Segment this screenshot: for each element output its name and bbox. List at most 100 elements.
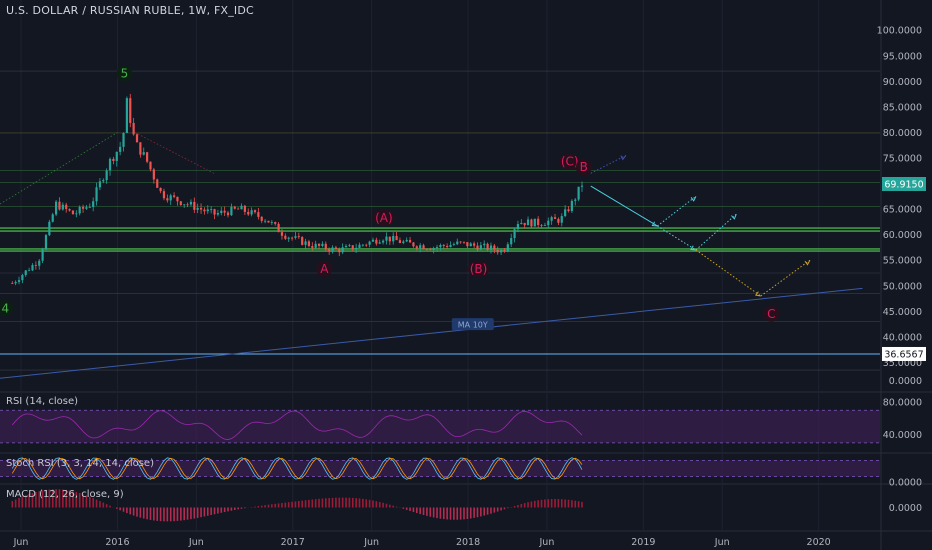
candle-body xyxy=(307,241,311,247)
candle-body xyxy=(142,152,145,155)
candle-body xyxy=(408,239,412,243)
candle-body xyxy=(334,247,337,250)
wave-label: (A) xyxy=(375,211,393,225)
projection-arrow xyxy=(657,195,697,227)
candle-body xyxy=(381,240,385,243)
candle-body xyxy=(88,207,91,208)
chart-title: U.S. DOLLAR / RUSSIAN RUBLE, 1W, FX_IDC xyxy=(6,4,254,17)
candle-body xyxy=(513,229,516,239)
price-tick-label: 45.0000 xyxy=(883,307,922,318)
time-tick-label: 2018 xyxy=(456,537,480,548)
time-tick-label: 2019 xyxy=(631,537,655,548)
candle-body xyxy=(304,241,307,245)
candle-body xyxy=(270,222,273,223)
candle-body xyxy=(102,180,105,182)
candle-body xyxy=(432,247,435,250)
candle-body xyxy=(257,212,260,217)
candle-body xyxy=(179,201,182,205)
candle-body xyxy=(351,245,354,250)
candle-body xyxy=(206,209,209,212)
candle-body xyxy=(277,223,280,233)
oscillator-band xyxy=(0,410,880,443)
candle-body xyxy=(95,187,98,202)
candle-body xyxy=(547,220,550,226)
candle-body xyxy=(14,281,17,284)
candle-body xyxy=(284,235,287,239)
stoch-rsi-pane-label: Stoch RSI (3, 3, 14, 14, close) xyxy=(6,458,154,469)
candle-body xyxy=(456,241,459,245)
projection-arrow xyxy=(695,213,737,251)
candle-body xyxy=(338,249,341,253)
candle-body xyxy=(402,241,405,243)
candle-body xyxy=(368,241,371,245)
candle-body xyxy=(38,260,41,266)
ma-label: MA 10Y xyxy=(458,321,488,330)
candle-body xyxy=(152,169,155,180)
candle-body xyxy=(220,210,223,213)
candle-body xyxy=(68,209,71,211)
last-price-label: 69.9150 xyxy=(884,179,923,190)
price-tick-label: 95.0000 xyxy=(883,51,922,62)
candle-body xyxy=(560,216,563,223)
price-tick-label: 90.0000 xyxy=(883,77,922,88)
candle-body xyxy=(125,98,128,133)
candle-body xyxy=(28,270,31,272)
candle-body xyxy=(523,222,526,226)
candle-body xyxy=(267,220,270,223)
candle-body xyxy=(85,207,88,209)
candle-body xyxy=(115,151,118,162)
candle-body xyxy=(449,245,452,248)
candle-body xyxy=(476,245,479,250)
candle-body xyxy=(260,216,263,221)
candle-body xyxy=(48,221,51,236)
candle-body xyxy=(537,218,540,226)
candle-body xyxy=(479,245,482,250)
candle-body xyxy=(435,247,439,248)
candle-body xyxy=(483,243,486,246)
candle-body xyxy=(564,209,567,217)
candle-body xyxy=(210,209,213,210)
candle-body xyxy=(21,274,24,281)
wave-label: A xyxy=(320,262,329,276)
candle-body xyxy=(331,247,334,252)
candle-body xyxy=(499,249,503,253)
candle-body xyxy=(489,245,493,250)
candle-body xyxy=(176,196,179,202)
candle-body xyxy=(237,208,240,210)
time-tick-label: Jun xyxy=(363,537,379,548)
candle-body xyxy=(510,238,513,245)
candle-body xyxy=(297,236,300,238)
candle-body xyxy=(459,241,462,243)
candle-body xyxy=(388,236,391,242)
wave-label: B xyxy=(580,160,588,174)
candle-body xyxy=(348,245,351,247)
price-tick-label: 100.0000 xyxy=(877,26,922,37)
candle-body xyxy=(385,236,388,241)
candle-body xyxy=(274,222,277,224)
candle-body xyxy=(44,235,48,250)
candle-body xyxy=(105,170,108,181)
candle-body xyxy=(506,244,509,252)
candle-body xyxy=(146,152,149,162)
candle-body xyxy=(371,239,375,242)
price-tick-label: 75.0000 xyxy=(883,154,922,165)
candle-body xyxy=(196,207,199,210)
candle-body xyxy=(189,201,193,205)
price-tick-label: 50.0000 xyxy=(883,281,922,292)
candle-body xyxy=(358,244,361,248)
candle-body xyxy=(344,245,348,248)
wave-label: 4 xyxy=(1,301,9,315)
projection-arrow xyxy=(590,154,627,174)
candle-body xyxy=(496,249,499,253)
candle-body xyxy=(169,195,172,201)
candle-body xyxy=(321,243,324,246)
candle-body xyxy=(253,210,257,213)
price-tick-label: 0.0000 xyxy=(889,376,922,387)
candle-body xyxy=(533,218,536,227)
candle-body xyxy=(54,201,58,215)
candle-body xyxy=(186,204,189,206)
candle-body xyxy=(419,245,422,249)
candle-body xyxy=(247,211,250,215)
candle-body xyxy=(412,242,415,247)
candle-body xyxy=(213,209,216,215)
